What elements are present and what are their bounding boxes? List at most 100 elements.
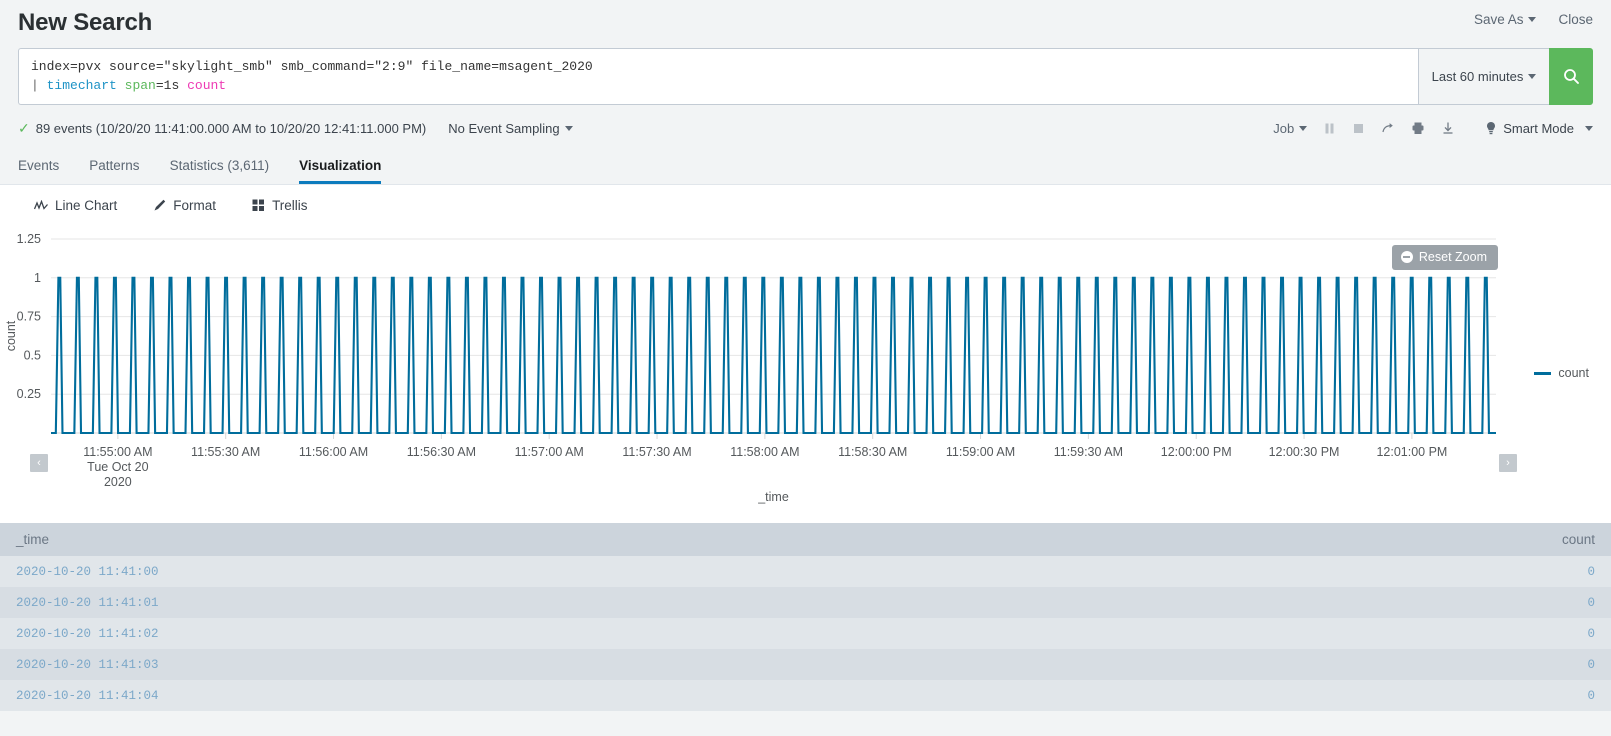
x-axis-tick-label: 12:01:00 PM <box>1376 445 1447 459</box>
legend-label-count: count <box>1558 366 1589 380</box>
event-sampling-dropdown[interactable]: No Event Sampling <box>448 120 573 136</box>
reset-zoom-label: Reset Zoom <box>1418 250 1487 264</box>
query-arg-key: span <box>124 78 156 93</box>
run-search-button[interactable] <box>1549 48 1593 105</box>
y-axis-tick-label: 1.25 <box>17 232 41 246</box>
reset-zoom-button[interactable]: Reset Zoom <box>1391 245 1498 270</box>
timechart-visualization: 1.25 1 0.75 0.5 0.25 11:55:00 AM Tue Oct 20 202… <box>0 227 1611 523</box>
tab-patterns[interactable]: Patterns <box>89 158 139 184</box>
line-chart-icon <box>34 199 48 210</box>
event-count-status: ✓ 89 events (10/20/20 11:41:00.000 AM to… <box>18 121 426 136</box>
chevron-down-icon <box>1585 125 1593 131</box>
cell-time[interactable]: 2020-10-20 11:41:02 <box>0 618 806 649</box>
x-axis-tick-label: 11:56:00 AM <box>299 445 368 459</box>
format-button[interactable]: Format <box>153 198 216 213</box>
x-axis-tick-label: 11:59:30 AM <box>1054 445 1123 459</box>
event-sampling-label: No Event Sampling <box>448 120 560 136</box>
tab-events[interactable]: Events <box>18 158 59 184</box>
tab-statistics[interactable]: Statistics (3,611) <box>170 158 270 184</box>
format-label: Format <box>173 198 217 213</box>
save-as-label: Save As <box>1473 12 1524 27</box>
x-axis-tick-label: 11:55:00 AM <box>83 445 152 459</box>
chart-type-label: Line Chart <box>55 198 118 213</box>
save-as-button[interactable]: Save As <box>1474 12 1537 27</box>
app-header: New Search Save As Close <box>0 0 1611 46</box>
status-left-group: ✓ 89 events (10/20/20 11:41:00.000 AM to… <box>18 121 573 136</box>
x-axis-tick-label: 11:56:30 AM <box>407 445 476 459</box>
print-icon[interactable] <box>1411 121 1425 135</box>
result-tabs: Events Patterns Statistics (3,611) Visua… <box>0 155 1611 185</box>
trellis-grid-icon <box>252 199 265 211</box>
table-row[interactable]: 2020-10-20 11:41:02 0 <box>0 618 1611 649</box>
query-line-1: index=pvx source="skylight_smb" smb_comm… <box>31 59 593 74</box>
x-axis-date-label: Tue Oct 20 <box>87 460 148 474</box>
query-function: count <box>187 78 227 93</box>
search-query-input[interactable]: index=pvx source="skylight_smb" smb_comm… <box>18 48 1418 105</box>
job-menu-button[interactable]: Job <box>1273 120 1308 136</box>
table-row[interactable]: 2020-10-20 11:41:04 0 <box>0 680 1611 711</box>
x-axis-tick-label: 11:57:00 AM <box>515 445 584 459</box>
column-header-time[interactable]: _time <box>0 523 806 556</box>
chart-type-button[interactable]: Line Chart <box>34 198 117 213</box>
tab-visualization[interactable]: Visualization <box>299 158 382 184</box>
search-bar: index=pvx source="skylight_smb" smb_comm… <box>18 48 1593 105</box>
table-row[interactable]: 2020-10-20 11:41:00 0 <box>0 556 1611 587</box>
y-axis-title: count <box>4 320 18 351</box>
query-line-2: | timechart span=1s count <box>31 76 1406 95</box>
chart-pan-right-button[interactable]: › <box>1499 454 1517 472</box>
query-command: timechart <box>46 78 117 93</box>
x-axis-tick-label: 12:00:00 PM <box>1161 445 1232 459</box>
y-axis-tick-label: 0.75 <box>17 310 41 324</box>
check-icon: ✓ <box>18 120 30 136</box>
legend-swatch-count <box>1534 371 1552 375</box>
search-icon <box>1563 69 1579 84</box>
x-axis-title: _time <box>757 490 789 504</box>
job-label: Job <box>1273 120 1295 136</box>
y-axis-tick-label: 0.5 <box>24 348 41 362</box>
visualization-toolbar: Line Chart Format Trellis <box>0 185 1611 227</box>
table-header-row: _time count <box>0 523 1611 556</box>
column-header-count[interactable]: count <box>805 523 1611 556</box>
download-icon[interactable] <box>1441 121 1455 135</box>
time-range-label: Last 60 minutes <box>1431 69 1524 84</box>
trellis-label: Trellis <box>272 198 308 213</box>
cell-count[interactable]: 0 <box>805 649 1611 680</box>
cell-time[interactable]: 2020-10-20 11:41:01 <box>0 587 806 618</box>
page-title: New Search <box>18 9 153 36</box>
chevron-down-icon <box>564 125 573 131</box>
table-row[interactable]: 2020-10-20 11:41:01 0 <box>0 587 1611 618</box>
search-mode-label: Smart Mode <box>1503 120 1574 136</box>
x-axis-tick-label: 11:58:30 AM <box>838 445 907 459</box>
format-pencil-icon <box>154 199 166 211</box>
minus-circle-icon <box>1400 251 1413 263</box>
lightbulb-icon <box>1487 122 1496 135</box>
pause-icon[interactable] <box>1323 122 1336 135</box>
cell-count[interactable]: 0 <box>805 680 1611 711</box>
query-arg-val: =1s <box>155 78 180 93</box>
trellis-button[interactable]: Trellis <box>252 198 308 213</box>
x-axis-tick-label: 12:00:30 PM <box>1269 445 1340 459</box>
chart-legend: count <box>1534 366 1589 380</box>
event-count-text: 89 events (10/20/20 11:41:00.000 AM to 1… <box>35 120 427 136</box>
x-axis-tick-label: 11:59:00 AM <box>946 445 1015 459</box>
cell-count[interactable]: 0 <box>805 618 1611 649</box>
y-axis-tick-label: 0.25 <box>17 387 41 401</box>
query-pipe: | <box>31 78 39 93</box>
results-table-body: 2020-10-20 11:41:00 0 2020-10-20 11:41:01 0… <box>0 556 1611 711</box>
chart-pan-left-button[interactable]: ‹ <box>30 454 48 472</box>
close-button[interactable]: Close <box>1558 12 1593 27</box>
cell-time[interactable]: 2020-10-20 11:41:00 <box>0 556 806 587</box>
table-row[interactable]: 2020-10-20 11:41:03 0 <box>0 649 1611 680</box>
x-axis-tick-label: 11:57:30 AM <box>622 445 691 459</box>
chart-plot-area[interactable]: 1.25 1 0.75 0.5 0.25 11:55:00 AMTue Oct 20202… <box>0 227 1611 523</box>
chevron-down-icon <box>1299 125 1308 131</box>
x-axis-tick-label: 11:58:00 AM <box>730 445 799 459</box>
cell-time[interactable]: 2020-10-20 11:41:03 <box>0 649 806 680</box>
stop-icon[interactable] <box>1352 122 1365 135</box>
cell-count[interactable]: 0 <box>805 587 1611 618</box>
time-range-picker[interactable]: Last 60 minutes <box>1418 48 1549 105</box>
search-mode-dropdown[interactable]: Smart Mode <box>1485 121 1593 136</box>
share-icon[interactable] <box>1381 121 1395 135</box>
cell-time[interactable]: 2020-10-20 11:41:04 <box>0 680 806 711</box>
cell-count[interactable]: 0 <box>805 556 1611 587</box>
